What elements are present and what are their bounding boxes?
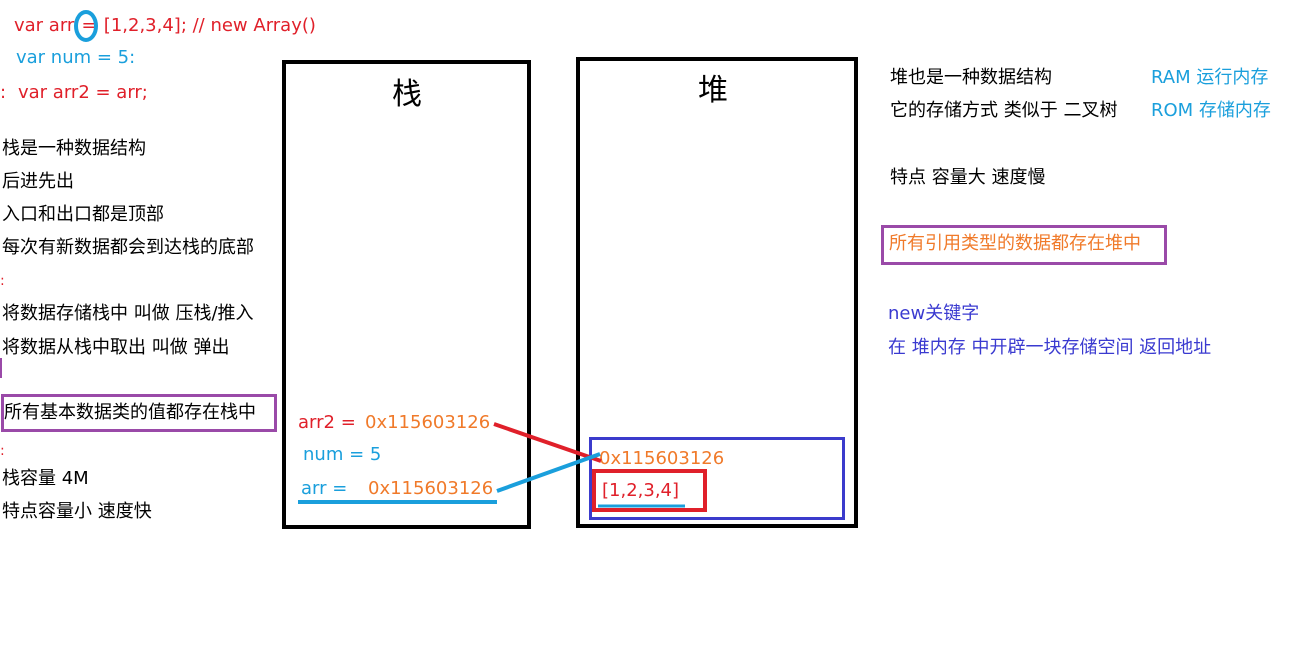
stack-arr2-value: 0x115603126: [365, 412, 491, 433]
stack-note-1: 栈是一种数据结构: [2, 138, 146, 159]
code-line-3: var arr2 = arr;: [18, 82, 148, 103]
heap-title: 堆: [698, 73, 728, 108]
code-var-arr: var arr: [14, 15, 75, 36]
code-equals: =: [81, 15, 97, 36]
stack-note-push: 将数据存储栈中 叫做 压栈/推入: [2, 303, 254, 324]
heap-array-value: [1,2,3,4]: [602, 480, 680, 501]
new-keyword: new关键字: [888, 303, 980, 324]
new-description: 在 堆内存 中开辟一块存储空间 返回地址: [888, 337, 1212, 358]
heap-highlight-text: 所有引用类型的数据都存在堆中: [889, 233, 1141, 254]
stack-feature: 特点容量小 速度快: [2, 501, 152, 522]
stack-highlight-text: 所有基本数据类的值都存在栈中: [4, 402, 256, 423]
stack-title: 栈: [392, 77, 422, 112]
heap-note-1: 堆也是一种数据结构: [890, 67, 1052, 88]
code-line-1: var arr = [1,2,3,4]; // new Array(): [14, 15, 316, 37]
stack-note-3: 入口和出口都是顶部: [2, 204, 164, 225]
heap-note-2: 它的存储方式 类似于 二叉树: [890, 100, 1118, 121]
stack-note-pop: 将数据从栈中取出 叫做 弹出: [2, 337, 230, 358]
code-line-3-prefix: :: [0, 82, 7, 103]
stack-note-2: 后进先出: [2, 171, 74, 192]
code-array-literal: [1,2,3,4]; // new Array(): [103, 15, 316, 36]
stack-arr-label: arr =: [301, 478, 348, 499]
heap-address: 0x115603126: [599, 448, 725, 469]
code-line-2: var num = 5:: [16, 47, 136, 68]
stack-note-marker-2: :: [0, 443, 5, 459]
heap-feature: 特点 容量大 速度慢: [890, 167, 1046, 188]
heap-note-ram: RAM 运行内存: [1151, 67, 1269, 88]
stack-arr2-label: arr2 =: [298, 412, 356, 433]
stack-note-marker: :: [0, 273, 5, 289]
stack-note-4: 每次有新数据都会到达栈的底部: [2, 237, 254, 258]
heap-note-rom: ROM 存储内存: [1151, 100, 1271, 121]
stack-note-side-bar: [0, 358, 2, 378]
stack-num: num = 5: [303, 444, 382, 465]
stack-capacity: 栈容量 4M: [2, 468, 89, 489]
stack-arr-value: 0x115603126: [368, 478, 494, 499]
